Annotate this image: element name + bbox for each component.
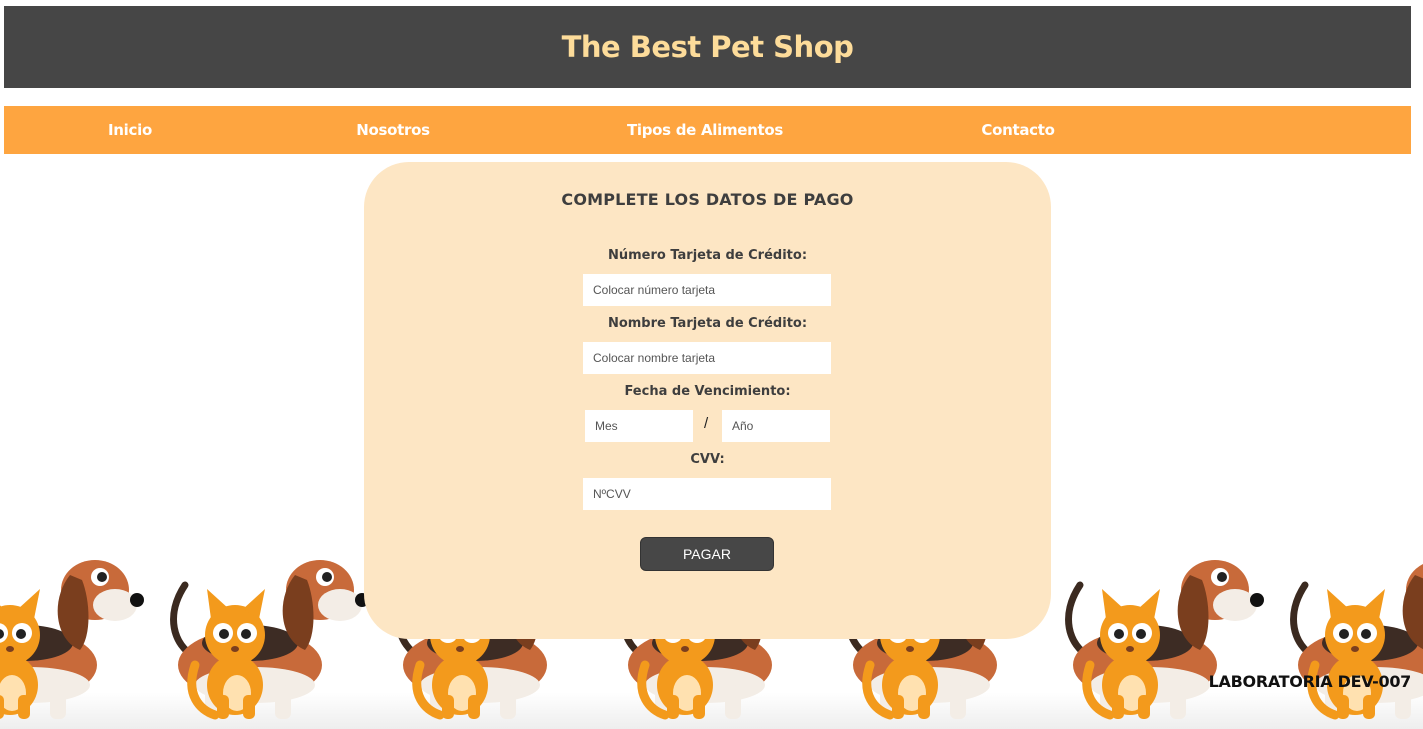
pet-illustration [155, 545, 385, 729]
pet-illustration [1275, 545, 1423, 729]
nav-item-tipos-de-alimentos[interactable]: Tipos de Alimentos [627, 106, 783, 154]
site-title: The Best Pet Shop [561, 30, 854, 64]
pet-illustration [1050, 545, 1280, 729]
footer-label: LABORATORIA DEV-007 [1208, 672, 1412, 691]
site-header: The Best Pet Shop [4, 6, 1411, 88]
card-number-input[interactable] [583, 274, 831, 306]
nav-item-inicio[interactable]: Inicio [108, 106, 152, 154]
dog-illustration [1065, 560, 1264, 719]
expiry-separator: / [704, 415, 709, 432]
nav-item-nosotros[interactable]: Nosotros [356, 106, 430, 154]
card-name-input[interactable] [583, 342, 831, 374]
dog-illustration [170, 560, 369, 719]
pay-button[interactable]: PAGAR [640, 537, 774, 571]
form-title: COMPLETE LOS DATOS DE PAGO [561, 190, 854, 209]
pet-illustration [0, 545, 160, 729]
cvv-input[interactable] [583, 478, 831, 510]
expiry-year-input[interactable] [722, 410, 830, 442]
card-number-label: Número Tarjeta de Crédito: [607, 248, 808, 263]
expiry-month-input[interactable] [585, 410, 693, 442]
nav-item-contacto[interactable]: Contacto [981, 106, 1055, 154]
cvv-label: CVV: [690, 452, 725, 467]
payment-form: COMPLETE LOS DATOS DE PAGO Número Tarjet… [364, 162, 1051, 639]
card-name-label: Nombre Tarjeta de Crédito: [607, 316, 808, 331]
expiry-label: Fecha de Vencimiento: [624, 384, 791, 399]
main-nav: Inicio Nosotros Tipos de Alimentos Conta… [4, 106, 1411, 154]
